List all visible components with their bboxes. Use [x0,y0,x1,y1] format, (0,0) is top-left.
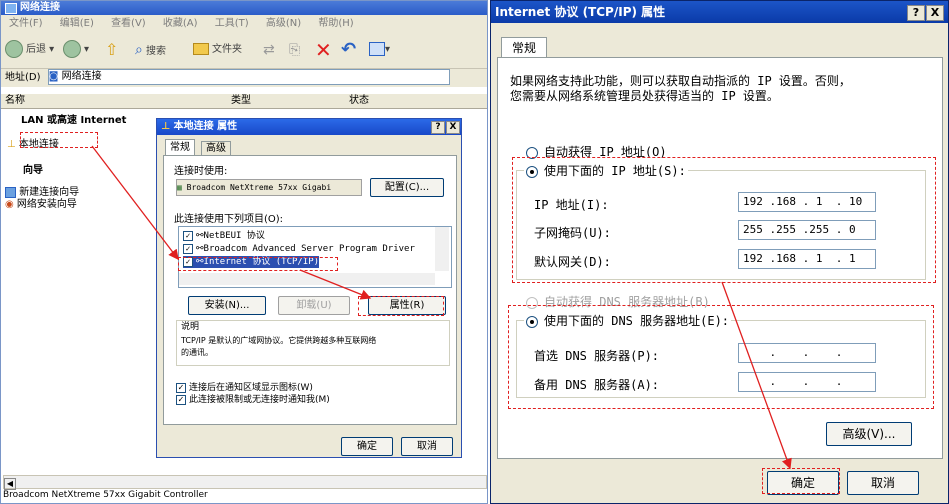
adapter-field: ▦ Broadcom NetXtreme 57xx Gigabi [176,179,362,196]
props-ok-button[interactable]: 确定 [341,437,393,456]
props-close-button[interactable]: X [446,121,460,134]
views-grid-icon [369,42,385,56]
move-to-icon: ⇄ [263,42,275,58]
highlight-local-connection [20,132,98,148]
section-lan-heading: LAN 或高速 Internet [21,115,127,126]
move-to-button[interactable]: ⇄ [263,40,275,60]
menu-edit[interactable]: 编辑(E) [60,18,94,29]
network-folder-icon [5,3,17,14]
menu-help[interactable]: 帮助(H) [318,18,353,29]
local-connection-properties-dialog: ⊥ 本地连接 属性 ? X 常规 高级 连接时使用: ▦ Broadcom Ne… [156,118,462,458]
list-vertical-scrollbar[interactable] [435,227,449,271]
address-bar: 地址(D) ◙ 网络连接 [1,69,487,87]
menu-advanced[interactable]: 高级(N) [266,18,301,29]
tcp-close-button[interactable]: X [926,5,944,21]
folder-icon [193,43,209,55]
up-folder-button[interactable]: ⇧ [105,40,118,60]
props-cancel-button[interactable]: 取消 [401,437,453,456]
column-headers: 名称 类型 状态 [1,94,487,109]
notify-option[interactable]: ✓ 此连接被限制或无连接时通知我(M) [176,392,330,405]
menu-favorites[interactable]: 收藏(A) [163,18,198,29]
checkbox-checked[interactable]: ✓ [183,243,193,254]
items-label: 此连接使用下列项目(O): [174,214,284,225]
connect-using-label: 连接时使用: [174,166,228,177]
highlight-properties-button [358,296,444,316]
network-connection-icon: ⊥ [161,121,171,132]
explorer-toolbar: 后退 ▾ ▾ ⇧ ⌕ 搜索 文件夹 ⇄ ⎘ ✕ ↶ ▾ [1,32,487,69]
tcp-tab-general[interactable]: 常规 [501,37,548,58]
column-status[interactable]: 状态 [349,94,369,108]
menu-file[interactable]: 文件(F) [9,18,43,29]
highlight-tcp-ok-button [762,468,840,494]
section-wizard-heading: 向导 [23,165,43,176]
network-connection-icon: ⊥ [7,139,16,150]
forward-arrow-icon [63,40,81,58]
back-arrow-icon [5,40,23,58]
horizontal-scrollbar[interactable]: ◀ [3,475,487,490]
props-title: 本地连接 属性 [173,121,238,132]
protocol-icon: ⚯ [196,244,204,254]
views-button[interactable]: ▾ [369,40,390,60]
description-text-line2: 的通讯。 [181,348,213,357]
copy-to-button[interactable]: ⎘ [289,40,300,60]
props-tab-advanced[interactable]: 高级 [201,141,231,156]
copy-to-icon: ⎘ [289,42,301,58]
delete-x-icon: ✕ [315,38,332,62]
tcp-title: Internet 协议 (TCP/IP) 属性 [495,5,666,19]
highlight-tcpip-item [178,257,338,271]
protocol-icon: ⚯ [196,231,204,241]
menu-view[interactable]: 查看(V) [111,18,146,29]
undo-button[interactable]: ↶ [341,40,356,60]
column-type[interactable]: 类型 [231,94,251,108]
uninstall-button[interactable]: 卸载(U) [278,296,350,315]
tcp-help-button[interactable]: ? [907,5,925,21]
intro-line2: 您需要从网络系统管理员处获得适当的 IP 设置。 [510,89,779,103]
folders-button[interactable]: 文件夹 [193,40,242,60]
up-folder-icon: ⇧ [105,40,119,59]
configure-button[interactable]: 配置(C)... [370,178,444,197]
address-label: 地址(D) [5,72,41,83]
props-title-bar: ⊥ 本地连接 属性 ? X [157,119,461,135]
network-setup-wizard-item[interactable]: ◉ 网络安装向导 [5,195,77,210]
network-folder-icon: ◙ [48,71,62,82]
list-horizontal-scrollbar[interactable] [179,273,435,285]
install-button[interactable]: 安装(N)... [188,296,266,315]
props-tab-general[interactable]: 常规 [165,139,195,156]
props-general-panel: 连接时使用: ▦ Broadcom NetXtreme 57xx Gigabi … [163,155,457,425]
description-label: 说明 [181,322,200,332]
list-item[interactable]: ✓ ⚯Broadcom Advanced Server Program Drive… [183,243,415,255]
highlight-manual-dns-group [508,305,934,409]
tcp-cancel-button[interactable]: 取消 [847,471,919,495]
explorer-title-bar: 网络连接 [1,1,487,15]
menu-tools[interactable]: 工具(T) [215,18,249,29]
checkbox-checked[interactable]: ✓ [176,382,186,393]
advanced-button[interactable]: 高级(V)... [826,422,912,446]
highlight-manual-ip-group [512,157,936,283]
back-button[interactable]: 后退 ▾ [5,40,54,60]
explorer-title: 网络连接 [20,2,60,13]
checkbox-checked[interactable]: ✓ [176,394,186,405]
forward-button[interactable]: ▾ [63,40,89,60]
delete-button[interactable]: ✕ [315,40,332,60]
search-icon: ⌕ [135,42,143,58]
scroll-left-arrow-icon[interactable]: ◀ [4,478,16,490]
network-card-icon: ▦ [177,183,187,192]
network-setup-icon: ◉ [5,199,14,210]
column-name[interactable]: 名称 [5,94,25,108]
list-item[interactable]: ✓ ⚯NetBEUI 协议 [183,230,265,242]
explorer-menu-bar: 文件(F) 编辑(E) 查看(V) 收藏(A) 工具(T) 高级(N) 帮助(H… [1,15,487,32]
description-group: 说明 TCP/IP 是默认的广域网协议。它提供跨越多种互联网络 的通讯。 [176,320,450,366]
tcp-title-bar: Internet 协议 (TCP/IP) 属性 ? X [491,1,948,23]
checkbox-checked[interactable]: ✓ [183,230,193,241]
search-button[interactable]: ⌕ 搜索 [135,40,166,60]
props-help-button[interactable]: ? [431,121,445,134]
undo-icon: ↶ [341,39,357,60]
status-bar: Broadcom NetXtreme 57xx Gigabit Controll… [3,490,208,500]
description-text-line1: TCP/IP 是默认的广域网协议。它提供跨越多种互联网络 [181,336,377,345]
address-field[interactable]: ◙ 网络连接 [47,69,450,85]
